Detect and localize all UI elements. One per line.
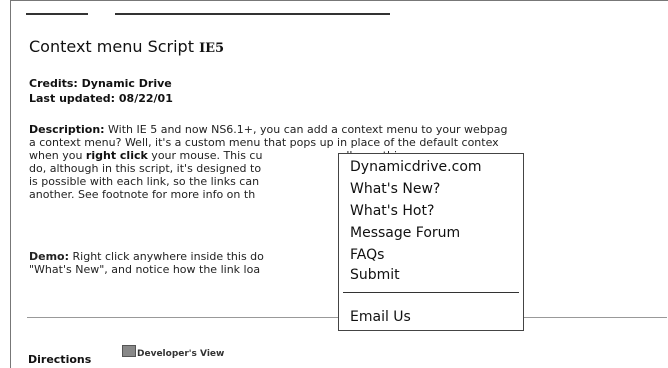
demo-line-2: "What's New", and notice how the link lo…: [29, 263, 261, 276]
menu-item-dynamicdrive[interactable]: Dynamicdrive.com: [350, 159, 482, 175]
desc-line-3a: when you: [29, 149, 86, 162]
credits-text: Credits: Dynamic Drive: [29, 77, 172, 90]
menu-item-whats-hot[interactable]: What's Hot?: [350, 203, 434, 219]
desc-line-1: With IE 5 and now NS6.1+, you can add a …: [104, 123, 508, 136]
menu-item-submit[interactable]: Submit: [350, 267, 400, 283]
menu-item-email-us[interactable]: Email Us: [350, 309, 411, 325]
desc-line-6: another. See footnote for more info on t…: [29, 188, 256, 201]
page-title-text: Context menu Script: [29, 37, 194, 56]
page-title: Context menu Script IE5: [29, 37, 224, 56]
credits-block: Credits: Dynamic Drive Last updated: 08/…: [29, 76, 173, 106]
desc-line-2: a context menu? Well, it's a custom menu…: [29, 136, 499, 149]
menu-separator: [343, 292, 519, 293]
divider-top-left: [26, 13, 88, 15]
desc-right-click: right click: [85, 149, 148, 162]
context-menu: Dynamicdrive.com What's New? What's Hot?…: [338, 153, 524, 331]
developer-view-link[interactable]: Developer's View: [137, 349, 224, 359]
menu-item-whats-new[interactable]: What's New?: [350, 181, 440, 197]
menu-item-message-forum[interactable]: Message Forum: [350, 225, 460, 241]
ie5-badge: IE5: [199, 41, 225, 56]
last-updated-text: Last updated: 08/22/01: [29, 92, 173, 105]
directions-heading: Directions: [28, 353, 92, 366]
menu-item-faqs[interactable]: FAQs: [350, 247, 384, 263]
divider-top-right: [115, 13, 390, 15]
description-label: Description:: [29, 123, 105, 136]
demo-label: Demo:: [29, 250, 70, 263]
developer-view-icon[interactable]: [122, 345, 136, 357]
